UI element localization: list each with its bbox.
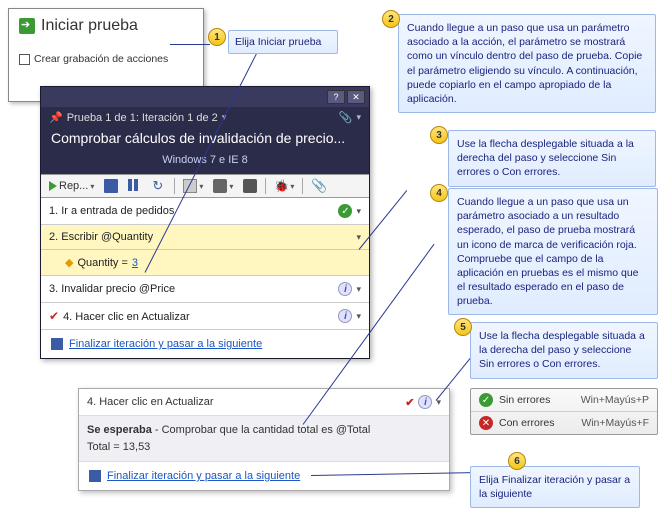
expanded-footer: Finalizar iteración y pasar a la siguien… [79,462,449,490]
param-link[interactable]: 3 [132,257,138,269]
expanded-header: 4. Hacer clic en Actualizar ✔ i ▾ [79,389,449,416]
help-button[interactable]: ? [327,90,345,104]
expanded-body: Se esperaba - Comprobar que la cantidad … [79,416,449,462]
pin-icon[interactable]: 📌 [49,111,63,124]
next-icon [89,470,101,482]
play-icon [19,18,35,34]
callout-num-5: 5 [454,318,472,336]
step-label: 2. Escribir @Quantity [49,231,350,243]
test-runner-window: ? ✕ 📌 Prueba 1 de 1: Iteración 1 de 2 ▾ … [40,86,370,359]
fail-option[interactable]: ✕ Con errores Win+Mayús+F [471,411,657,434]
total-line: Total = 13,53 [87,439,441,456]
close-button[interactable]: ✕ [347,90,365,104]
save-button[interactable] [102,178,120,194]
video-button[interactable] [241,178,259,194]
result-legend: ✓ Sin errores Win+Mayús+P ✕ Con errores … [470,388,658,435]
step-row[interactable]: ✔4. Hacer clic en Actualizar i ▾ [41,303,369,330]
expected-text: - Comprobar que la cantidad total es @To… [152,424,370,436]
reset-button[interactable]: ↻ [150,178,168,194]
runner-footer: Finalizar iteración y pasar a la siguien… [41,330,369,358]
step-label: 3. Invalidar precio @Price [49,283,332,295]
breadcrumb: 📌 Prueba 1 de 1: Iteración 1 de 2 ▾ 📎 ▾ [41,107,369,128]
leader-1 [170,44,210,45]
step-parameter: ◆ Quantity = 3 [41,250,369,276]
checkbox-icon [19,54,30,65]
callout-1: Elija Iniciar prueba [228,30,338,54]
finish-iteration-link[interactable]: Finalizar iteración y pasar a la siguien… [69,338,262,350]
pause-icon [128,179,142,193]
start-test-button[interactable]: Iniciar prueba [19,17,193,35]
step-row[interactable]: 2. Escribir @Quantity ▾ [41,225,369,250]
pause-button[interactable] [126,178,144,194]
checkbox-label: Crear grabación de acciones [34,53,168,65]
expected-label: Se esperaba [87,424,152,436]
clip-icon: 📎 [311,179,325,193]
step-label: 1. Ir a entrada de pedidos [49,205,332,217]
disk-icon [104,179,118,193]
callout-3: Use la flecha desplegable situada a la d… [448,130,656,187]
chevron-down-icon[interactable]: ▾ [356,232,361,243]
callout-num-3: 3 [430,126,448,144]
camera-button[interactable]: ▾ [211,178,235,194]
callout-6: Elija Finalizar iteración y pasar a la s… [470,466,640,508]
leader-5 [436,357,471,400]
fail-icon: ✕ [479,416,493,430]
callout-num-1: 1 [208,28,226,46]
bullet-icon: ◆ [65,256,73,269]
expanded-title: 4. Hacer clic en Actualizar [87,396,214,408]
pass-icon: ✓ [338,204,352,218]
pass-label: Sin errores [499,394,550,406]
finish-iteration-link[interactable]: Finalizar iteración y pasar a la siguien… [107,470,300,482]
chevron-down-icon: ▾ [90,182,94,191]
step-expanded-panel: 4. Hacer clic en Actualizar ✔ i ▾ Se esp… [78,388,450,491]
chevron-down-icon[interactable]: ▾ [356,206,361,217]
create-recording-checkbox[interactable]: Crear grabación de acciones [19,53,193,65]
attach-button[interactable]: 📎 [309,178,327,194]
callout-num-2: 2 [382,10,400,28]
expected-check-icon: ✔ [405,396,414,409]
param-key: Quantity = [77,257,127,269]
info-icon: i [338,309,352,323]
fail-shortcut: Win+Mayús+F [581,417,649,429]
callout-2: Cuando llegue a un paso que usa un parám… [398,14,656,113]
pass-shortcut: Win+Mayús+P [581,394,649,406]
camera-icon [213,179,227,193]
play-button[interactable]: Rep... ▾ [47,179,96,193]
fail-label: Con errores [499,417,554,429]
step-row[interactable]: 3. Invalidar precio @Price i ▾ [41,276,369,303]
chevron-down-icon[interactable]: ▾ [356,311,361,322]
test-title: Comprobar cálculos de invalidación de pr… [41,128,369,152]
pass-icon: ✓ [479,393,493,407]
chevron-down-icon[interactable]: ▾ [356,284,361,295]
breadcrumb-label: Prueba 1 de 1: Iteración 1 de 2 [67,112,218,124]
play-icon [49,181,57,191]
step-label: ✔4. Hacer clic en Actualizar [49,309,332,323]
callout-4: Cuando llegue a un paso que usa un parám… [448,188,658,315]
callout-num-4: 4 [430,184,448,202]
bug-icon: 🐞 [274,179,288,193]
bug-button[interactable]: 🐞▾ [272,178,296,194]
reset-icon: ↻ [152,179,166,193]
video-icon [243,179,257,193]
toolbar: Rep... ▾ ↻ ▾ ▾ 🐞▾ 📎 [41,174,369,198]
start-label: Iniciar prueba [41,17,138,35]
step-list: 1. Ir a entrada de pedidos ✓ ▾ 2. Escrib… [41,198,369,330]
step-row[interactable]: 1. Ir a entrada de pedidos ✓ ▾ [41,198,369,225]
callout-num-6: 6 [508,452,526,470]
info-icon: i [418,395,432,409]
play-label: Rep... [59,180,88,192]
titlebar: ? ✕ [41,87,369,107]
clip-icon[interactable]: 📎 [339,111,353,124]
next-icon [51,338,63,350]
pass-option[interactable]: ✓ Sin errores Win+Mayús+P [471,389,657,411]
callout-5: Use la flecha desplegable situada a la d… [470,322,658,379]
chevron-down-icon[interactable]: ▾ [356,112,361,123]
expected-check-icon: ✔ [49,309,59,323]
info-icon: i [338,282,352,296]
